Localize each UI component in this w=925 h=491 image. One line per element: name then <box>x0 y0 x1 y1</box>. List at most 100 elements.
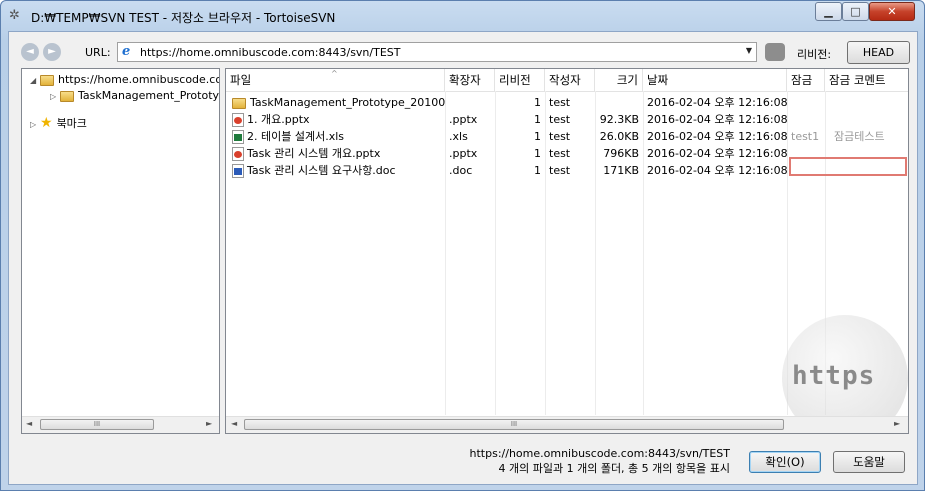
file-size: 26.0KB <box>599 130 639 143</box>
column-header-ext[interactable]: 확장자 <box>445 69 495 91</box>
file-lock-comment <box>825 94 908 111</box>
file-lock-comment: 잠금테스트 <box>834 130 885 143</box>
pptx-file-icon <box>232 147 244 161</box>
file-lock: test1 <box>791 130 820 143</box>
tortoise-svn-icon: ✲ <box>9 8 20 23</box>
column-header-lock[interactable]: 잠금 <box>787 69 825 91</box>
file-name: Task 관리 시스템 개요.pptx <box>247 147 381 160</box>
scroll-left-icon[interactable]: ◄ <box>26 419 32 428</box>
file-lock <box>787 94 825 111</box>
scroll-grip-icon: III <box>510 420 518 428</box>
expand-arrow-icon[interactable]: ◢ <box>30 72 40 89</box>
collapse-arrow-icon[interactable]: ▷ <box>30 116 40 133</box>
table-row[interactable]: 1. 개요.pptx .pptx 1 test 92.3KB 2016-02-0… <box>226 111 908 128</box>
file-lock <box>787 145 825 162</box>
tree-item-root[interactable]: ◢ https://home.omnibuscode.com <box>30 71 220 89</box>
maximize-button[interactable]: □ <box>842 2 869 21</box>
folder-icon <box>232 97 246 109</box>
file-list: ^ 파일 확장자 리비전 작성자 크기 날짜 잠금 잠금 코멘트 https Ta… <box>225 68 909 434</box>
watermark-text: https <box>792 361 876 391</box>
ok-button[interactable]: 확인(O) <box>749 451 821 473</box>
revision-button[interactable]: HEAD <box>847 41 910 64</box>
scroll-thumb[interactable]: III <box>244 419 784 430</box>
file-author: test <box>549 164 571 177</box>
file-ext <box>445 94 495 111</box>
list-header: ^ 파일 확장자 리비전 작성자 크기 날짜 잠금 잠금 코멘트 <box>226 69 908 92</box>
tree-item-bookmarks[interactable]: ▷ ★ 북마크 <box>30 115 87 132</box>
scroll-right-icon[interactable]: ► <box>894 419 900 428</box>
tree-horizontal-scrollbar[interactable]: ◄ III ► <box>22 416 219 433</box>
status-summary: 4 개의 파일과 1 개의 폴더, 총 5 개의 항목을 표시 <box>498 462 731 475</box>
url-label: URL: <box>85 46 111 59</box>
file-size <box>595 94 643 111</box>
file-rev: 1 <box>534 113 541 126</box>
back-arrow-icon[interactable]: ◄ <box>21 43 39 61</box>
file-size: 92.3KB <box>599 113 639 126</box>
close-button[interactable]: ✕ <box>869 2 915 21</box>
table-row[interactable]: 2. 테이블 설계서.xls .xls 1 test 26.0KB 2016-0… <box>226 128 908 145</box>
scroll-right-icon[interactable]: ► <box>206 419 212 428</box>
column-header-file[interactable]: ^ 파일 <box>226 69 445 91</box>
table-row[interactable]: Task 관리 시스템 개요.pptx .pptx 1 test 796KB 2… <box>226 145 908 162</box>
file-lock <box>787 111 825 128</box>
status-url: https://home.omnibuscode.com:8443/svn/TE… <box>469 447 730 460</box>
table-row[interactable]: Task 관리 시스템 요구사항.doc .doc 1 test 171KB 2… <box>226 162 908 179</box>
help-button[interactable]: 도움말 <box>833 451 905 473</box>
file-rev: 1 <box>534 164 541 177</box>
forward-arrow-icon[interactable]: ► <box>43 43 61 61</box>
file-date: 2016-02-04 오후 12:16:08 <box>647 164 787 177</box>
toolbar: ◄ ► URL: e https://home.omnibuscode.com:… <box>21 40 911 66</box>
list-horizontal-scrollbar[interactable]: ◄ III ► <box>226 416 908 433</box>
url-input[interactable]: https://home.omnibuscode.com:8443/svn/TE… <box>140 46 400 59</box>
tree-item-label: TaskManagement_Prototype <box>78 89 220 102</box>
repository-tree: ◢ https://home.omnibuscode.com ▷ TaskManag… <box>21 68 220 434</box>
column-header-size[interactable]: 크기 <box>595 69 643 91</box>
chevron-down-icon[interactable]: ▼ <box>746 46 752 55</box>
file-lock-comment <box>825 111 908 128</box>
star-icon: ★ <box>40 115 53 131</box>
column-header-date[interactable]: 날짜 <box>643 69 787 91</box>
scroll-thumb[interactable]: III <box>40 419 154 430</box>
column-header-author[interactable]: 작성자 <box>545 69 595 91</box>
tree-item-label: https://home.omnibuscode.com <box>58 73 220 86</box>
title-bar[interactable]: ✲ D:₩TEMP₩SVN TEST - 저장소 브라우저 - Tortoise… <box>1 1 924 31</box>
file-lock-comment <box>825 162 908 179</box>
file-date: 2016-02-04 오후 12:16:08 <box>647 147 787 160</box>
url-combobox[interactable]: e https://home.omnibuscode.com:8443/svn/… <box>117 42 757 62</box>
file-rev: 1 <box>534 130 541 143</box>
bookmark-button[interactable] <box>765 43 785 61</box>
window-title: D:₩TEMP₩SVN TEST - 저장소 브라우저 - TortoiseSV… <box>31 11 336 25</box>
file-date: 2016-02-04 오후 12:16:08 <box>647 113 787 126</box>
file-author: test <box>549 130 571 143</box>
tree-item-child[interactable]: ▷ TaskManagement_Prototype <box>50 87 220 105</box>
file-date: 2016-02-04 오후 12:16:08 <box>647 130 787 143</box>
scroll-grip-icon: III <box>93 420 101 428</box>
table-row[interactable]: TaskManagement_Prototype_20100305 1 test… <box>226 94 908 111</box>
file-ext: .doc <box>449 164 473 177</box>
folder-icon <box>60 90 74 102</box>
column-header-lock-comment[interactable]: 잠금 코멘트 <box>825 69 908 91</box>
file-ext: .xls <box>449 130 468 143</box>
file-size: 796KB <box>603 147 639 160</box>
folder-icon <box>40 74 54 86</box>
collapse-arrow-icon[interactable]: ▷ <box>50 88 60 105</box>
doc-file-icon <box>232 164 244 178</box>
scroll-left-icon[interactable]: ◄ <box>231 419 237 428</box>
file-author: test <box>549 96 571 109</box>
file-rev: 1 <box>534 96 541 109</box>
file-lock-comment <box>825 145 908 162</box>
file-name: TaskManagement_Prototype_20100305 <box>250 96 445 109</box>
tree-item-label: 북마크 <box>56 117 87 130</box>
file-rev: 1 <box>534 147 541 160</box>
minimize-button[interactable]: ▁ <box>815 2 842 21</box>
column-header-rev[interactable]: 리비전 <box>495 69 545 91</box>
file-ext: .pptx <box>449 113 478 126</box>
file-date: 2016-02-04 오후 12:16:08 <box>647 96 787 109</box>
repo-browser-window: ✲ D:₩TEMP₩SVN TEST - 저장소 브라우저 - Tortoise… <box>0 0 925 491</box>
ie-icon: e <box>122 44 131 59</box>
file-name: Task 관리 시스템 요구사항.doc <box>247 164 396 177</box>
file-author: test <box>549 113 571 126</box>
sort-caret-icon: ^ <box>331 69 338 78</box>
file-size: 171KB <box>603 164 639 177</box>
client-area: ◄ ► URL: e https://home.omnibuscode.com:… <box>8 31 918 485</box>
